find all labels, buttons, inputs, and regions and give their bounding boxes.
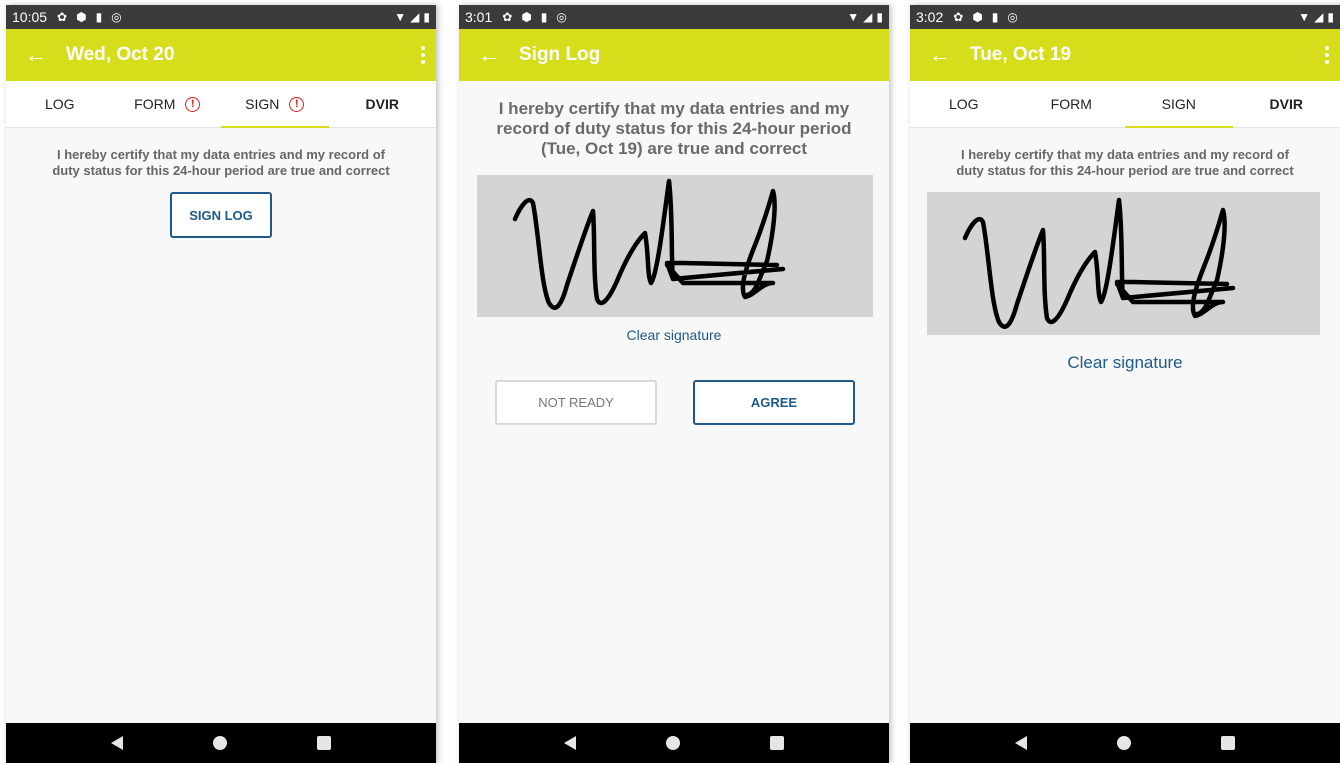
tab-log[interactable]: LOG (6, 81, 114, 127)
sd-card-icon: ▮ (991, 10, 999, 24)
back-arrow-icon[interactable]: ← (459, 42, 519, 68)
page-title: Tue, Oct 19 (970, 44, 1072, 65)
page-title: Sign Log (519, 44, 601, 65)
phone-screen-sign-log: 3:01 ✿ ⬢ ▮ ◎ ▼ ◢ ▮ ← Sign Log I hereby c… (459, 5, 889, 763)
certification-line: I hereby certify that my data entries an… (961, 147, 1289, 162)
tab-bar: LOG FORM! SIGN! DVIR (6, 81, 436, 128)
nav-recents-icon[interactable] (1221, 736, 1235, 750)
certification-line: I hereby certify that my data entries an… (57, 147, 385, 162)
signature-drawing (512, 178, 786, 310)
back-arrow-icon[interactable]: ← (910, 42, 970, 68)
signal-icon: ◢ (863, 10, 873, 24)
phone-screen-sign-tab: 10:05 ✿ ⬢ ▮ ◎ ▼ ◢ ▮ ← Wed, Oct 20 LOG FO… (6, 5, 436, 763)
sd-card-icon: ▮ (95, 10, 103, 24)
certification-text: I hereby certify that my data entries an… (6, 147, 436, 179)
tab-label: DVIR (365, 96, 399, 112)
tab-label: SIGN (245, 96, 280, 112)
agree-button[interactable]: AGREE (693, 380, 855, 425)
battery-icon: ▮ (423, 10, 430, 24)
not-ready-button[interactable]: NOT READY (495, 380, 657, 425)
shield-icon: ⬢ (521, 10, 532, 24)
certification-line: duty status for this 24-hour period are … (956, 163, 1294, 178)
system-nav-bar (910, 723, 1340, 763)
status-bar: 3:01 ✿ ⬢ ▮ ◎ ▼ ◢ ▮ (459, 5, 889, 29)
system-nav-bar (459, 723, 889, 763)
nav-home-icon[interactable] (666, 736, 680, 750)
tab-label: SIGN (1161, 96, 1196, 112)
sd-card-icon: ▮ (540, 10, 548, 24)
tab-bar: LOG FORM SIGN DVIR (910, 81, 1340, 128)
alert-icon: ! (289, 96, 305, 112)
wifi-icon: ▼ (847, 10, 860, 24)
alert-icon: ! (185, 96, 201, 112)
shield-icon: ⬢ (76, 10, 87, 24)
nav-recents-icon[interactable] (770, 736, 784, 750)
clear-signature-link[interactable]: Clear signature (910, 353, 1340, 373)
battery-icon: ▮ (1327, 10, 1334, 24)
page-title: Wed, Oct 20 (66, 44, 175, 65)
settings-icon: ✿ (502, 10, 513, 24)
app-bar: ← Tue, Oct 19 (910, 29, 1340, 81)
status-bar: 3:02 ✿ ⬢ ▮ ◎ ▼ ◢ ▮ (910, 5, 1340, 29)
sync-icon: ◎ (556, 10, 567, 24)
button-label: NOT READY (538, 395, 614, 410)
more-vert-icon[interactable] (410, 46, 436, 64)
shield-icon: ⬢ (972, 10, 983, 24)
signature-pad[interactable] (477, 175, 873, 317)
link-label: Clear signature (1067, 353, 1183, 372)
tab-form[interactable]: FORM! (114, 81, 222, 127)
phone-screen-signed: 3:02 ✿ ⬢ ▮ ◎ ▼ ◢ ▮ ← Tue, Oct 19 LOG FOR… (910, 5, 1340, 763)
nav-home-icon[interactable] (1117, 736, 1131, 750)
system-nav-bar (6, 723, 436, 763)
nav-back-icon[interactable] (1015, 736, 1027, 750)
clear-signature-link[interactable]: Clear signature (459, 327, 889, 343)
nav-home-icon[interactable] (213, 736, 227, 750)
tab-label: FORM (1050, 96, 1092, 112)
link-label: Clear signature (626, 327, 722, 343)
tab-sign[interactable]: SIGN (1125, 81, 1233, 128)
battery-icon: ▮ (876, 10, 883, 24)
sign-log-button[interactable]: SIGN LOG (170, 192, 272, 238)
app-bar: ← Wed, Oct 20 (6, 29, 436, 81)
tab-sign[interactable]: SIGN! (221, 81, 329, 128)
signal-icon: ◢ (1314, 10, 1324, 24)
tab-label: FORM (134, 96, 176, 112)
tab-log[interactable]: LOG (910, 81, 1018, 127)
tab-label: LOG (948, 96, 979, 112)
status-bar: 10:05 ✿ ⬢ ▮ ◎ ▼ ◢ ▮ (6, 5, 436, 29)
settings-icon: ✿ (953, 10, 964, 24)
wifi-icon: ▼ (1298, 10, 1311, 24)
button-label: AGREE (750, 395, 798, 410)
status-time: 10:05 (12, 9, 48, 25)
certification-line: record of duty status for this 24-hour p… (496, 119, 852, 138)
sync-icon: ◎ (111, 10, 122, 24)
status-time: 3:01 (465, 9, 493, 25)
signature-drawing (962, 197, 1236, 329)
tab-dvir[interactable]: DVIR (1233, 81, 1340, 127)
tab-dvir[interactable]: DVIR (329, 81, 437, 127)
nav-back-icon[interactable] (564, 736, 576, 750)
certification-line: (Tue, Oct 19) are true and correct (540, 139, 808, 158)
nav-back-icon[interactable] (111, 736, 123, 750)
certification-line: duty status for this 24-hour period are … (52, 163, 390, 178)
wifi-icon: ▼ (394, 10, 407, 24)
signature-image (927, 192, 1320, 335)
more-vert-icon[interactable] (1314, 46, 1340, 64)
signal-icon: ◢ (410, 10, 420, 24)
sync-icon: ◎ (1007, 10, 1018, 24)
app-bar: ← Sign Log (459, 29, 889, 81)
certification-line: I hereby certify that my data entries an… (498, 99, 850, 118)
status-time: 3:02 (916, 9, 944, 25)
certification-text: I hereby certify that my data entries an… (910, 147, 1340, 179)
tab-label: DVIR (1269, 96, 1303, 112)
settings-icon: ✿ (57, 10, 68, 24)
tab-form[interactable]: FORM (1018, 81, 1126, 127)
certification-text: I hereby certify that my data entries an… (459, 99, 889, 159)
tab-label: LOG (44, 96, 75, 112)
button-label: SIGN LOG (189, 207, 253, 223)
nav-recents-icon[interactable] (317, 736, 331, 750)
back-arrow-icon[interactable]: ← (6, 42, 66, 68)
